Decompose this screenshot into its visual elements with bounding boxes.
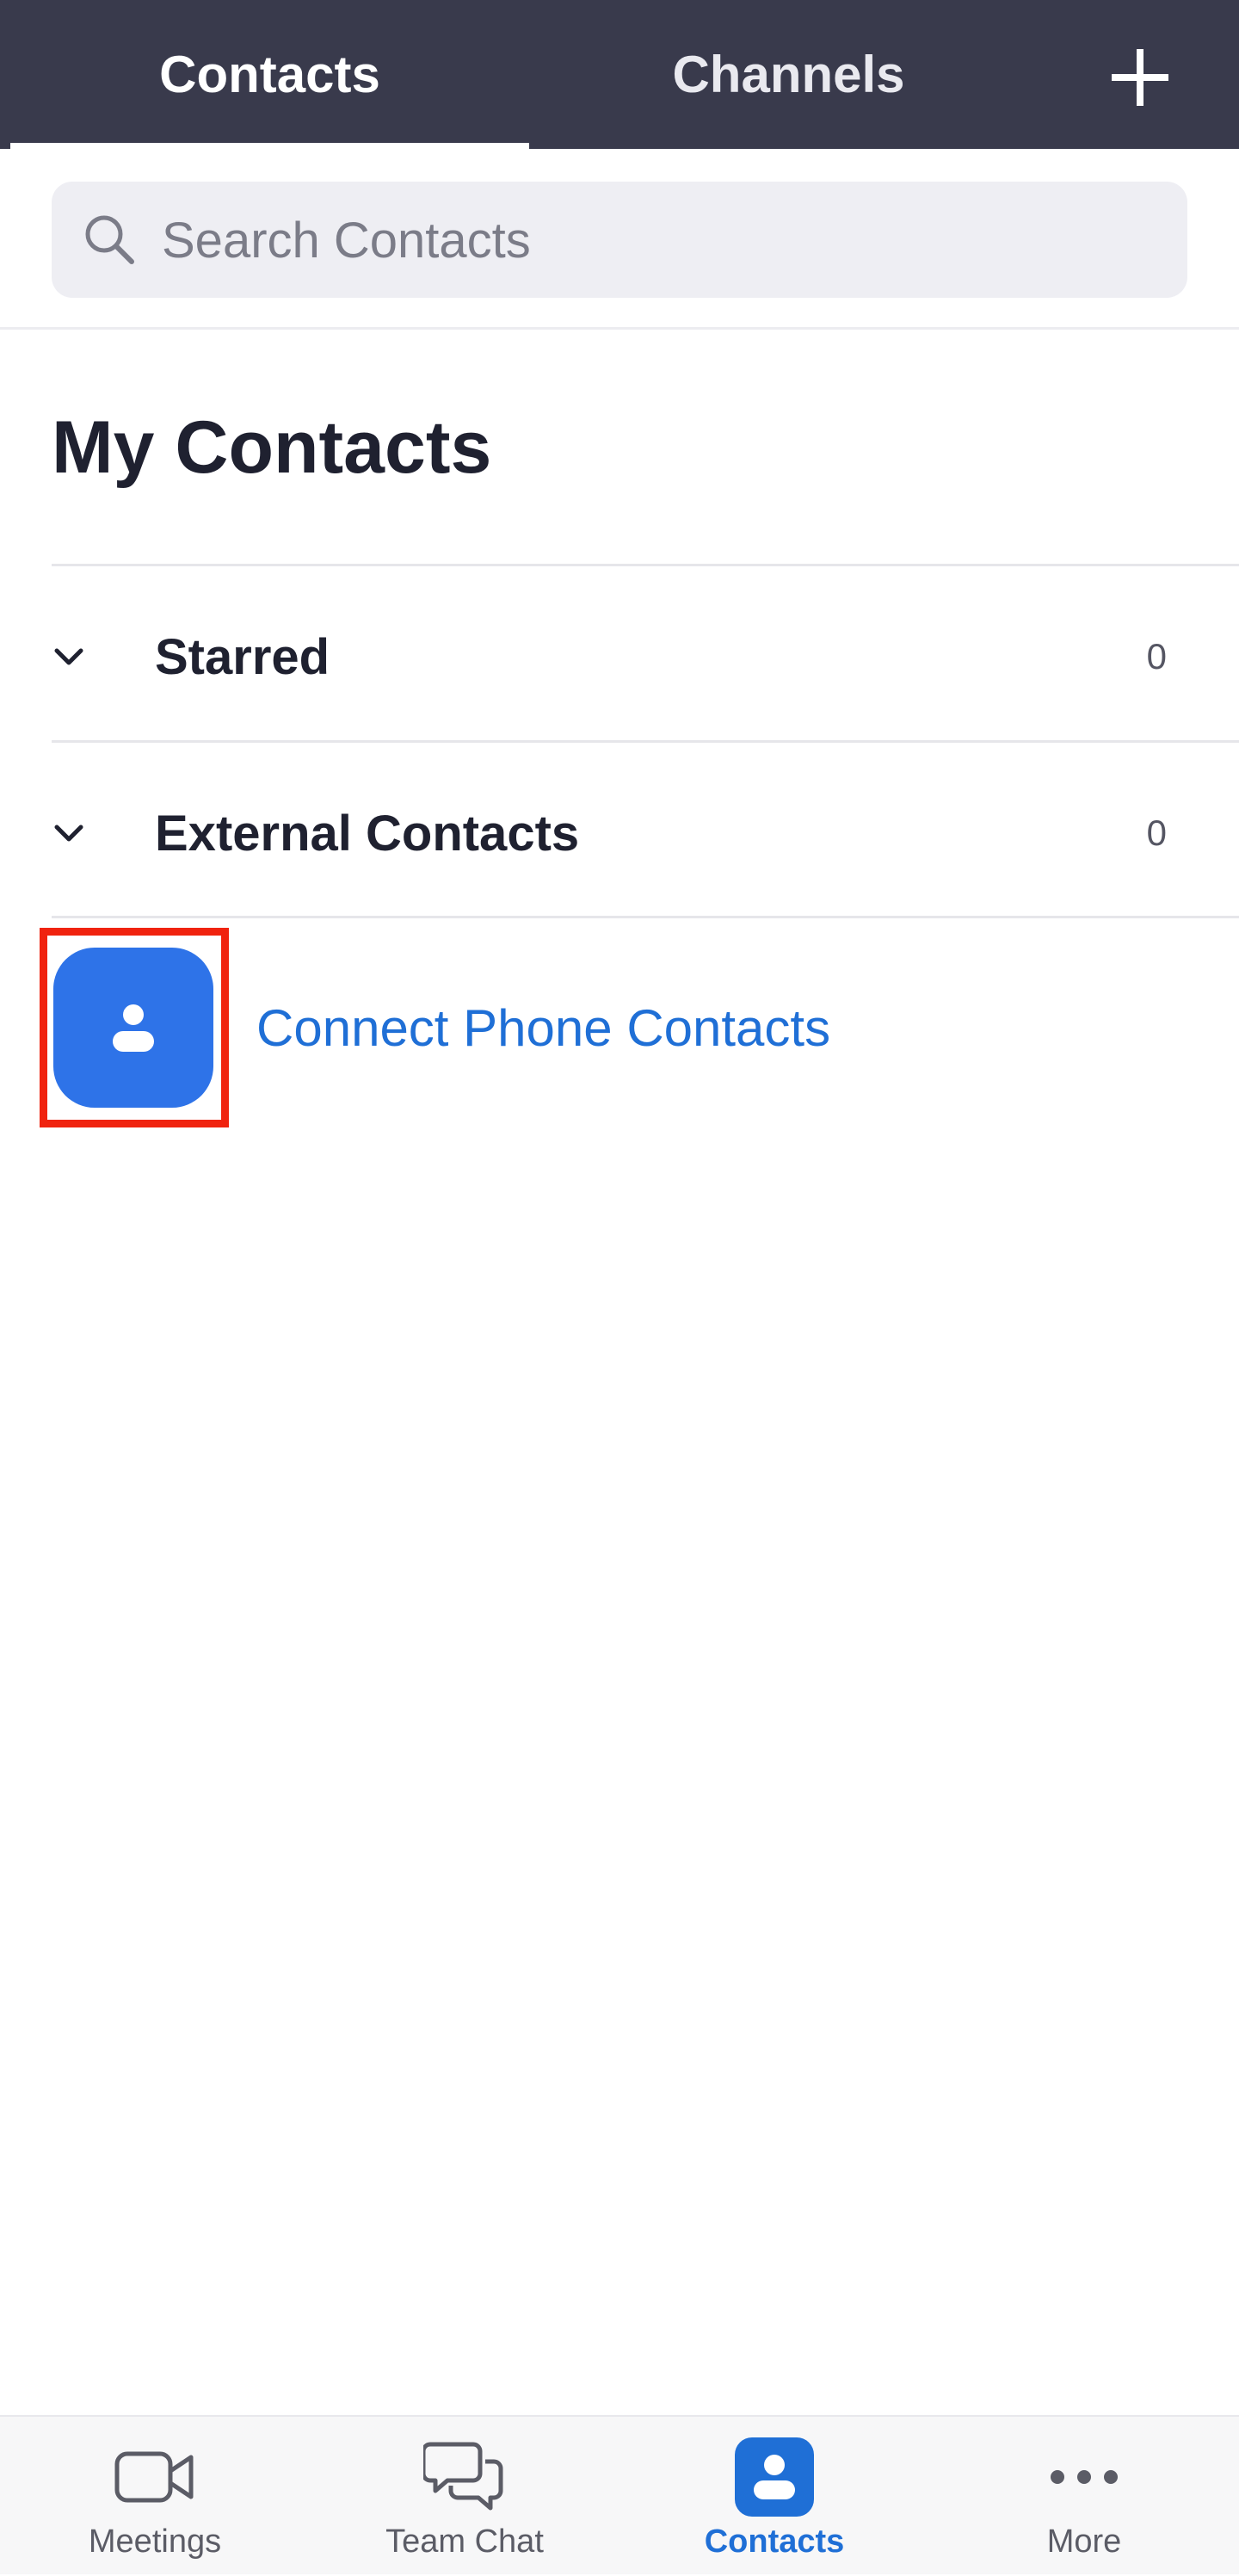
page-title: My Contacts [52,406,492,489]
group-row-starred[interactable]: Starred 0 [52,571,1239,743]
connect-phone-contacts-label[interactable]: Connect Phone Contacts [256,928,830,1127]
plus-icon [1112,49,1168,106]
chevron-down-icon [52,807,103,859]
search-icon [85,215,134,264]
search-box[interactable] [52,182,1187,300]
nav-label-more: More [1046,2523,1122,2560]
nav-item-team-chat[interactable]: Team Chat [310,2417,620,2576]
search-area [0,149,1239,330]
divider [52,916,1239,918]
bottom-nav: Meetings Team Chat Contacts More [0,2415,1239,2574]
nav-item-meetings[interactable]: Meetings [0,2417,310,2576]
nav-label-contacts: Contacts [704,2523,845,2560]
top-tab-bar: Contacts Channels [0,0,1239,149]
search-input[interactable] [160,182,1153,300]
tab-contacts[interactable]: Contacts [10,0,529,149]
nav-item-contacts[interactable]: Contacts [620,2417,929,2576]
add-button[interactable] [1093,34,1187,120]
highlight-box [40,928,229,1127]
group-label-external-contacts: External Contacts [155,805,580,862]
divider [52,564,1239,566]
chat-bubbles-icon [422,2434,508,2520]
divider [52,740,1239,743]
group-count-external-contacts: 0 [1146,812,1167,853]
chevron-down-icon [52,631,103,683]
active-tab-indicator [10,143,529,149]
connect-phone-contacts-row[interactable]: Connect Phone Contacts [40,928,900,1127]
nav-label-meetings: Meetings [88,2523,222,2560]
group-label-starred: Starred [155,628,330,685]
more-dots-icon [1041,2434,1127,2520]
tab-channels[interactable]: Channels [529,0,1048,149]
nav-item-more[interactable]: More [929,2417,1239,2576]
tab-contacts-label: Contacts [159,46,380,103]
contact-icon [731,2434,817,2520]
group-count-starred: 0 [1146,636,1167,676]
tab-channels-label: Channels [672,46,905,103]
video-camera-icon [112,2434,198,2520]
nav-label-team-chat: Team Chat [385,2523,544,2560]
group-row-external-contacts[interactable]: External Contacts 0 [52,747,1239,919]
